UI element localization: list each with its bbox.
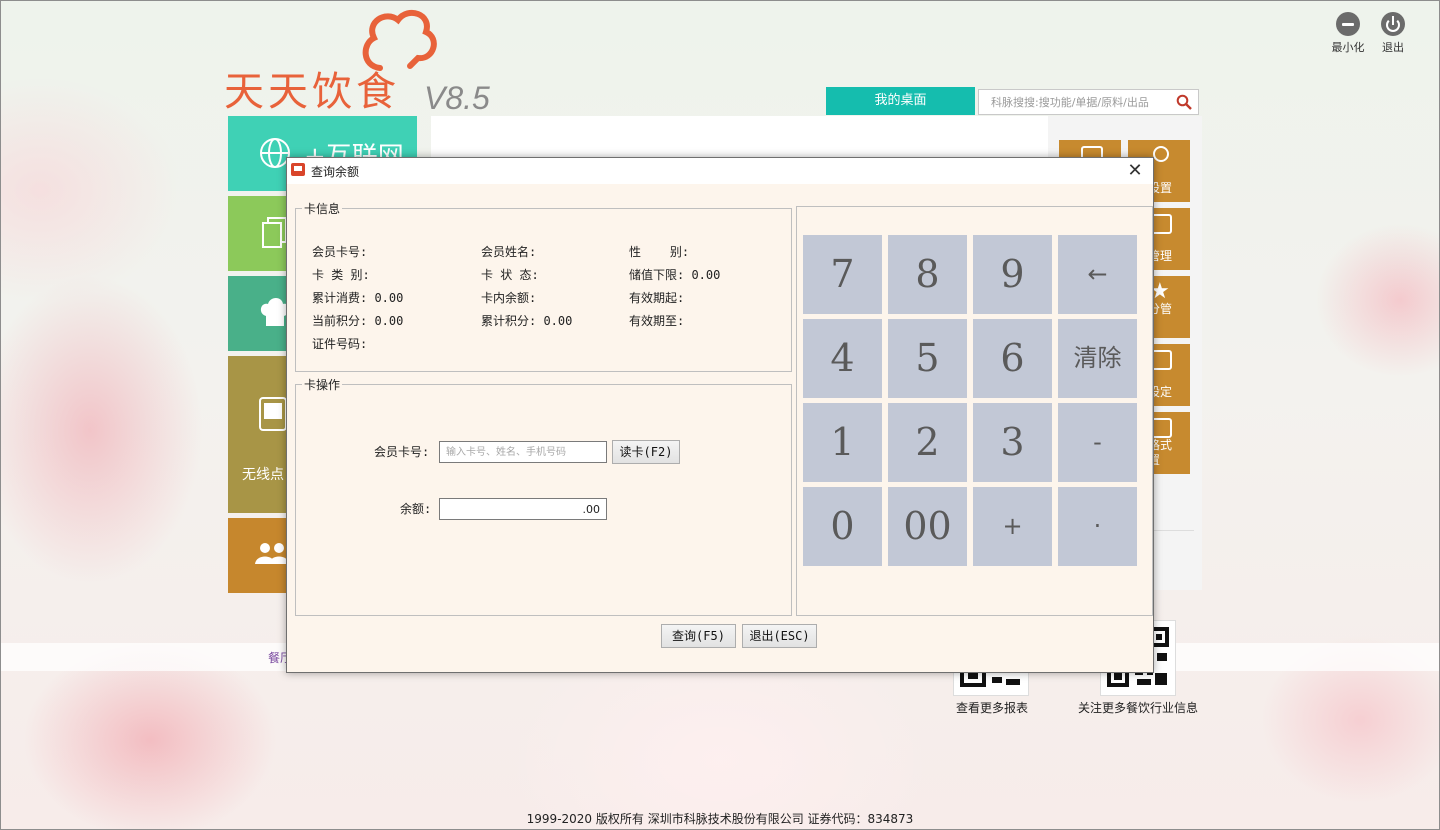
key-backspace[interactable]: ← <box>1058 235 1137 314</box>
key-5[interactable]: 5 <box>888 319 967 398</box>
exit-app-button[interactable]: 退出 <box>1373 12 1413 55</box>
query-button[interactable]: 查询(F5) <box>661 624 736 648</box>
read-card-button[interactable]: 读卡(F2) <box>612 440 680 464</box>
app-window-icon <box>291 163 305 176</box>
search-input[interactable] <box>979 90 1169 114</box>
copyright-footer: 1999-2020 版权所有 深圳市科脉技术股份有限公司 证券代码：834873 <box>526 812 914 826</box>
search-icon[interactable] <box>1176 94 1192 110</box>
key-6[interactable]: 6 <box>973 319 1052 398</box>
key-clear[interactable]: 清除 <box>1058 319 1137 398</box>
card-ops-group: 卡操作 会员卡号: 读卡(F2) 余额: <box>295 376 792 616</box>
card-info-legend: 卡信息 <box>304 202 341 216</box>
key-dot[interactable]: · <box>1058 487 1137 566</box>
key-1[interactable]: 1 <box>803 403 882 482</box>
exit-dialog-button[interactable]: 退出(ESC) <box>742 624 817 648</box>
card-no-field: 会员卡号: <box>312 245 368 259</box>
key-plus[interactable]: + <box>973 487 1052 566</box>
tablet-icon <box>259 397 287 431</box>
key-2[interactable]: 2 <box>888 403 967 482</box>
exit-label: 退出 <box>1382 42 1404 54</box>
key-4[interactable]: 4 <box>803 319 882 398</box>
key-0[interactable]: 0 <box>803 487 882 566</box>
id-no-field: 证件号码: <box>312 337 368 351</box>
dialog-title: 查询余额 <box>311 165 360 179</box>
card-ops-legend: 卡操作 <box>304 378 341 392</box>
balance-input[interactable] <box>439 498 607 520</box>
key-7[interactable]: 7 <box>803 235 882 314</box>
valid-from-field: 有效期起: <box>629 291 685 305</box>
total-points-field: 累计积分: 0.00 <box>481 314 573 328</box>
tile-wireless-label: 无线点 <box>242 467 284 483</box>
numeric-keypad: 7 8 9 ← 4 5 6 清除 1 2 3 - 0 00 + · <box>796 206 1153 616</box>
current-points-field: 当前积分: 0.00 <box>312 314 404 328</box>
app-logo-name: 天天饮食 <box>224 69 400 115</box>
query-balance-dialog: 查询余额 ✕ 卡信息 会员卡号: 会员姓名: 性 别: 卡 类 别: 卡 状 态… <box>286 157 1154 673</box>
qr-reports-label: 查看更多报表 <box>956 701 1029 715</box>
total-spent-field: 累计消费: 0.00 <box>312 291 404 305</box>
card-balance-field: 卡内余额: <box>481 291 537 305</box>
search-box <box>978 89 1199 115</box>
chef-hat-logo-icon <box>362 9 437 71</box>
key-8[interactable]: 8 <box>888 235 967 314</box>
power-icon <box>1381 12 1405 36</box>
card-no-label: 会员卡号: <box>374 445 430 459</box>
gender-field: 性 别: <box>629 245 690 259</box>
key-9[interactable]: 9 <box>973 235 1052 314</box>
card-type-field: 卡 类 别: <box>312 268 370 282</box>
key-minus[interactable]: - <box>1058 403 1137 482</box>
card-status-field: 卡 状 态: <box>481 268 539 282</box>
valid-to-field: 有效期至: <box>629 314 685 328</box>
minimize-label: 最小化 <box>1331 42 1365 54</box>
tab-my-desktop[interactable]: 我的桌面 <box>826 87 975 115</box>
key-3[interactable]: 3 <box>973 403 1052 482</box>
key-00[interactable]: 00 <box>888 487 967 566</box>
app-version: V8.5 <box>424 80 490 116</box>
minimize-button[interactable]: 最小化 <box>1328 12 1368 55</box>
qr-follow-label: 关注更多餐饮行业信息 <box>1078 701 1199 715</box>
stored-min-field: 储值下限: 0.00 <box>629 268 721 282</box>
close-icon[interactable]: ✕ <box>1125 161 1145 181</box>
users-icon <box>255 543 289 564</box>
card-no-input[interactable] <box>439 441 607 463</box>
dialog-title-bar[interactable]: 查询余额 ✕ <box>287 158 1153 184</box>
member-name-field: 会员姓名: <box>481 245 537 259</box>
minimize-icon <box>1336 12 1360 36</box>
user-icon <box>1153 146 1169 162</box>
balance-label: 余额: <box>400 502 432 516</box>
card-info-group: 卡信息 会员卡号: 会员姓名: 性 别: 卡 类 别: 卡 状 态: 储值下限:… <box>295 200 792 372</box>
